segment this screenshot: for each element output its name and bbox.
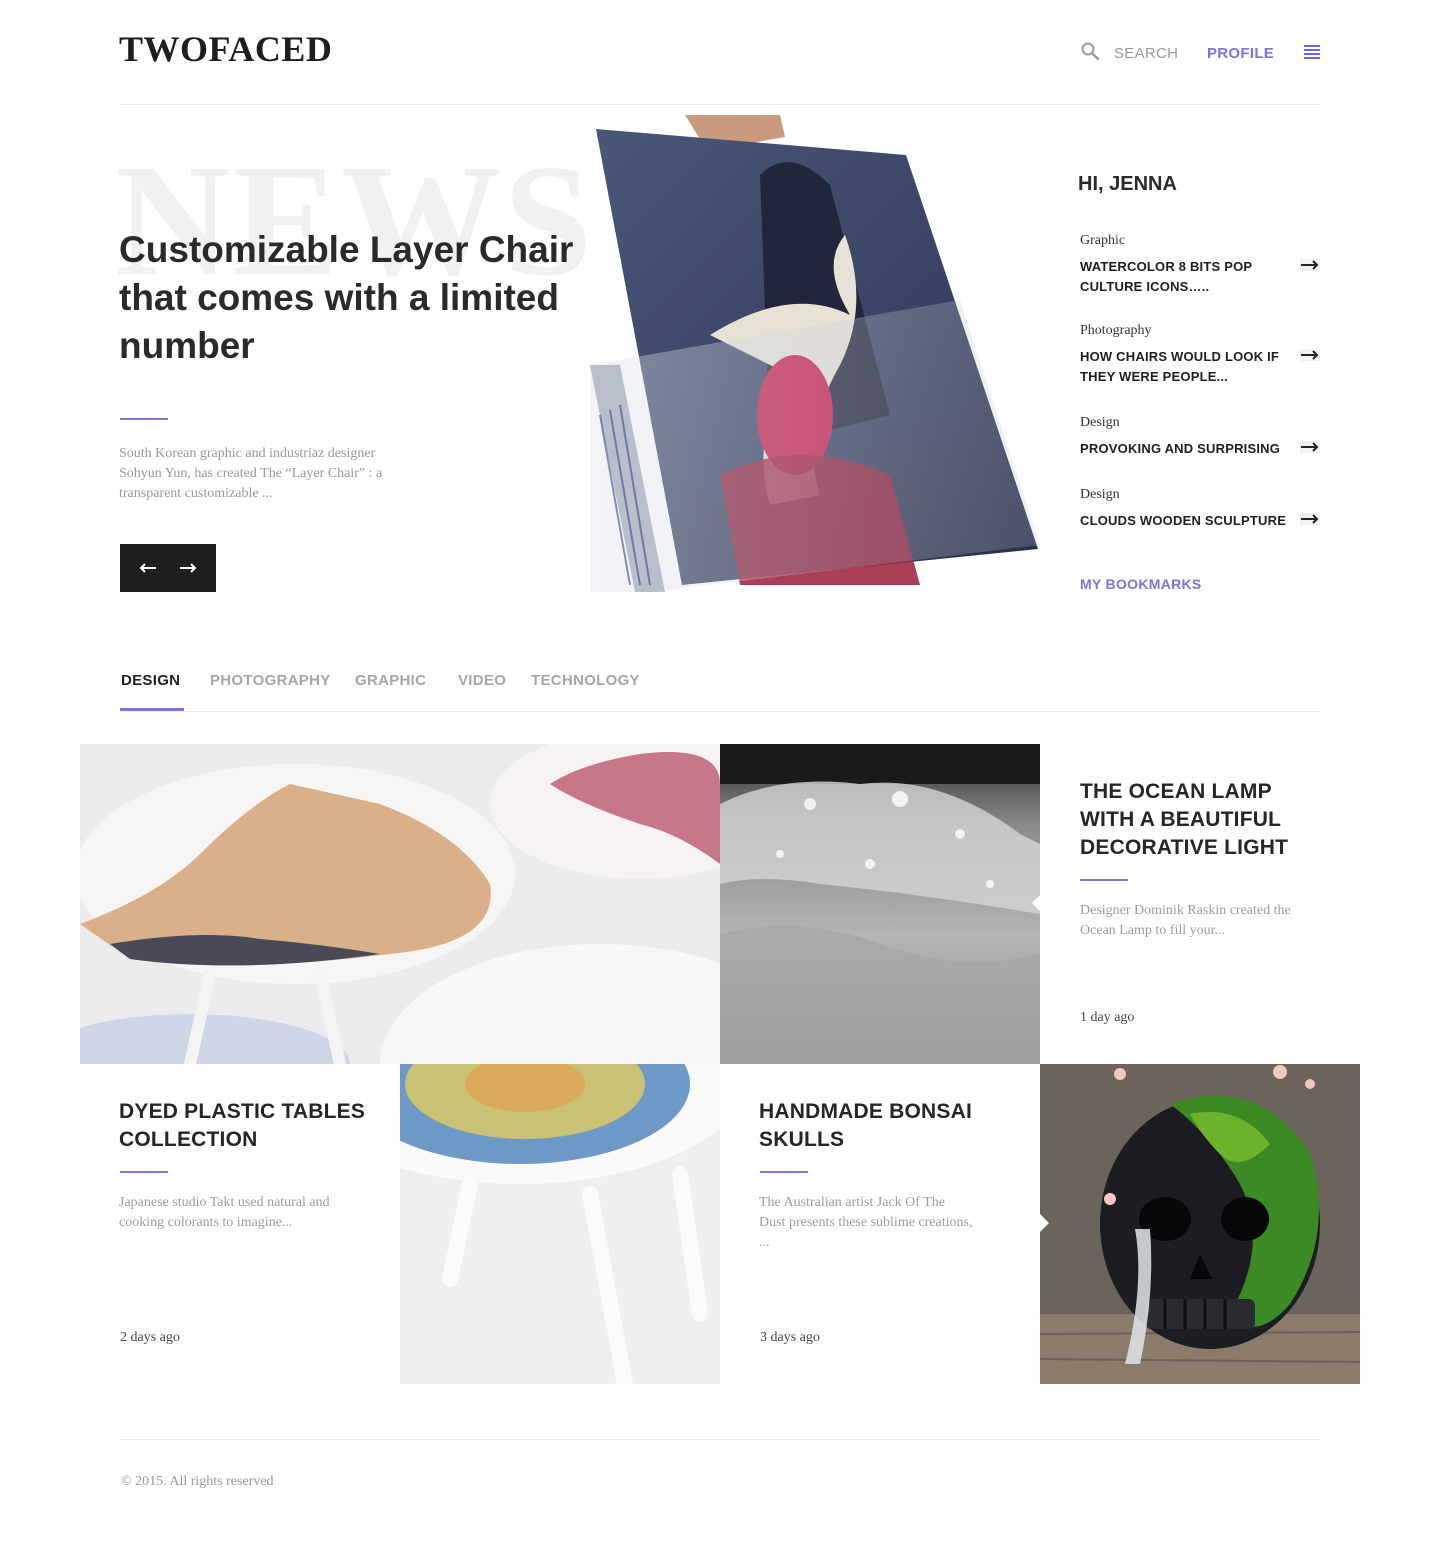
slider-nav <box>120 544 216 592</box>
arrow-right-icon[interactable] <box>178 561 198 575</box>
tab-design[interactable]: DESIGN <box>121 672 180 689</box>
tabs-divider <box>120 711 1320 712</box>
hero-image[interactable] <box>590 115 1040 592</box>
header-divider <box>120 104 1320 105</box>
hero-excerpt: South Korean graphic and industriaz desi… <box>119 446 383 501</box>
my-bookmarks-link[interactable]: MY BOOKMARKS <box>1080 576 1202 592</box>
footer-divider <box>120 1439 1320 1440</box>
card-excerpt-dyed-tables: Japanese studio Takt used natural and co… <box>119 1195 330 1230</box>
ocean-lamp-notch <box>1032 894 1041 912</box>
hero-accent-line <box>120 418 168 420</box>
tables-image-bottom[interactable] <box>400 1064 720 1384</box>
sidebar-item-category: Design <box>1080 487 1120 502</box>
sidebar-item[interactable]: Design CLOUDS WOODEN SCULPTURE <box>1080 487 1320 531</box>
hero-title[interactable]: Customizable Layer Chair that comes with… <box>119 226 589 370</box>
card-title-bonsai-skulls[interactable]: HANDMADE BONSAI SKULLS <box>759 1098 1009 1154</box>
sidebar-item-category: Photography <box>1080 323 1152 338</box>
card-title-dyed-tables[interactable]: DYED PLASTIC TABLES COLLECTION <box>119 1098 379 1154</box>
ocean-lamp-image[interactable] <box>720 744 1040 1064</box>
logo[interactable]: TWOFACED <box>119 28 332 70</box>
greeting: HI, JENNA <box>1078 173 1177 195</box>
sidebar-item-title[interactable]: HOW CHAIRS WOULD LOOK IF THEY WERE PEOPL… <box>1080 347 1280 387</box>
sidebar-item-category: Graphic <box>1080 233 1126 248</box>
search-button[interactable]: SEARCH <box>1114 45 1178 62</box>
arrow-right-icon[interactable] <box>1300 513 1320 525</box>
tab-video[interactable]: VIDEO <box>458 672 506 689</box>
sidebar-item[interactable]: Photography HOW CHAIRS WOULD LOOK IF THE… <box>1080 323 1320 387</box>
bonsai-skull-image[interactable] <box>1040 1064 1360 1384</box>
sidebar-item[interactable]: Design PROVOKING AND SURPRISING <box>1080 415 1320 459</box>
tab-technology[interactable]: TECHNOLOGY <box>531 672 640 689</box>
card-excerpt-bonsai-skulls: The Australian artist Jack Of The Dust p… <box>759 1195 973 1250</box>
sidebar-item-title[interactable]: CLOUDS WOODEN SCULPTURE <box>1080 511 1300 531</box>
card-time-ocean-lamp: 1 day ago <box>1080 1010 1135 1025</box>
tab-graphic[interactable]: GRAPHIC <box>355 672 426 689</box>
sidebar-item[interactable]: Graphic WATERCOLOR 8 BITS POP CULTURE IC… <box>1080 233 1320 297</box>
card-title-ocean-lamp[interactable]: THE OCEAN LAMP WITH A BEAUTIFUL DECORATI… <box>1080 778 1310 862</box>
sidebar-item-category: Design <box>1080 415 1120 430</box>
card-accent-line <box>120 1171 168 1173</box>
copyright: © 2015. All rights reserved <box>121 1474 274 1489</box>
sidebar-item-title[interactable]: WATERCOLOR 8 BITS POP CULTURE ICONS….. <box>1080 257 1280 297</box>
sidebar-item-title[interactable]: PROVOKING AND SURPRISING <box>1080 439 1300 459</box>
tab-photography[interactable]: PHOTOGRAPHY <box>210 672 331 689</box>
card-accent-line <box>1080 879 1128 881</box>
tables-image-top[interactable] <box>80 744 720 1064</box>
profile-link[interactable]: PROFILE <box>1207 45 1274 62</box>
card-accent-line <box>760 1171 808 1173</box>
card-time-bonsai-skulls: 3 days ago <box>760 1330 820 1345</box>
card-excerpt-ocean-lamp: Designer Dominik Raskin created the Ocea… <box>1080 903 1291 938</box>
search-icon[interactable] <box>1080 41 1100 61</box>
arrow-right-icon[interactable] <box>1300 349 1320 361</box>
menu-icon[interactable] <box>1304 45 1320 59</box>
arrow-left-icon[interactable] <box>138 561 158 575</box>
card-time-dyed-tables: 2 days ago <box>120 1330 180 1345</box>
bonsai-skull-notch <box>1040 1214 1049 1232</box>
arrow-right-icon[interactable] <box>1300 441 1320 453</box>
arrow-right-icon[interactable] <box>1300 259 1320 271</box>
